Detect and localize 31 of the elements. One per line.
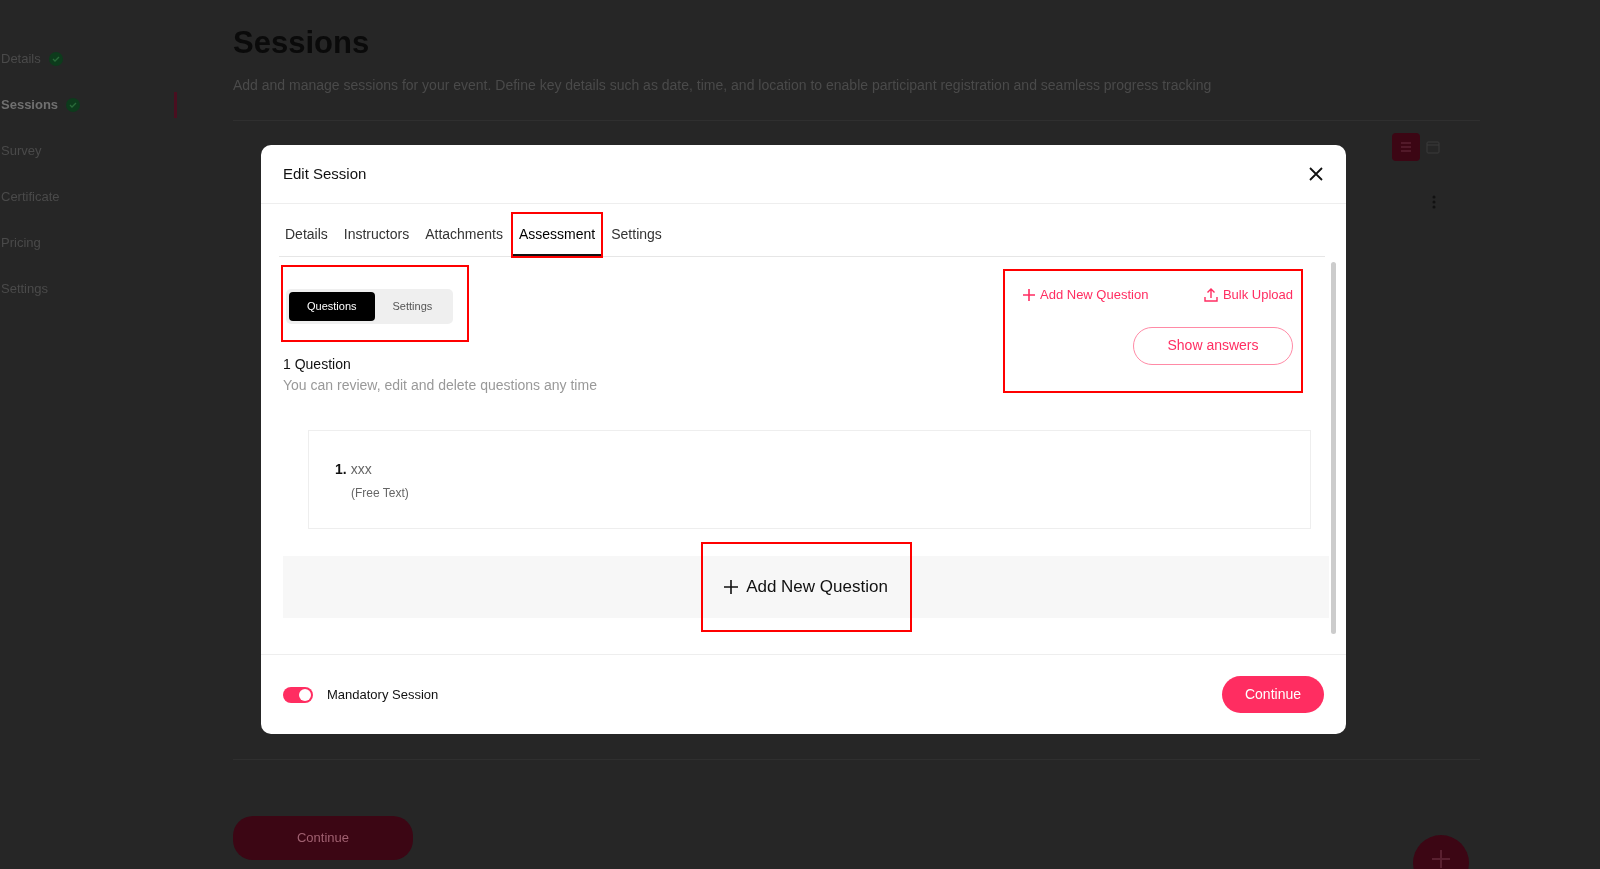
tab[interactable]: Attachments <box>419 214 509 256</box>
close-icon[interactable] <box>1308 166 1324 182</box>
scrollbar[interactable] <box>1331 262 1336 634</box>
plus-icon <box>724 579 739 594</box>
mandatory-label: Mandatory Session <box>327 685 439 704</box>
add-new-question-button[interactable]: Add New Question <box>702 543 910 630</box>
list-icon[interactable] <box>1392 133 1420 162</box>
tab[interactable]: Settings <box>605 214 668 256</box>
continue-button[interactable]: Continue <box>233 816 413 861</box>
check-icon <box>66 98 81 112</box>
add-question-link[interactable]: Add New Question <box>1023 285 1149 305</box>
tab[interactable]: Assessment <box>513 214 602 256</box>
dialog-title: Edit Session <box>283 163 367 184</box>
tab[interactable]: Details <box>279 214 334 256</box>
question-count: 1 Question <box>283 354 351 374</box>
continue-button[interactable]: Continue <box>1222 676 1324 713</box>
segment-tab[interactable]: Questions <box>289 292 375 321</box>
sidebar-item[interactable]: Sessions <box>0 82 180 128</box>
bulk-upload-link[interactable]: Bulk Upload <box>1203 285 1293 305</box>
question-number: 1. <box>335 459 347 479</box>
question-type: (Free Text) <box>351 484 410 502</box>
tab[interactable]: Instructors <box>337 214 416 256</box>
segment-tab[interactable]: Settings <box>374 292 451 321</box>
plus-icon <box>1431 849 1451 869</box>
check-icon <box>48 52 63 66</box>
hint-text: You can review, edit and delete questions any time <box>283 375 597 395</box>
upload-icon <box>1203 287 1218 302</box>
question-text: xxx <box>350 459 372 479</box>
plus-icon <box>1023 288 1035 301</box>
toggle-switch[interactable] <box>283 686 313 703</box>
show-answers-button[interactable]: Show answers <box>1133 326 1293 365</box>
